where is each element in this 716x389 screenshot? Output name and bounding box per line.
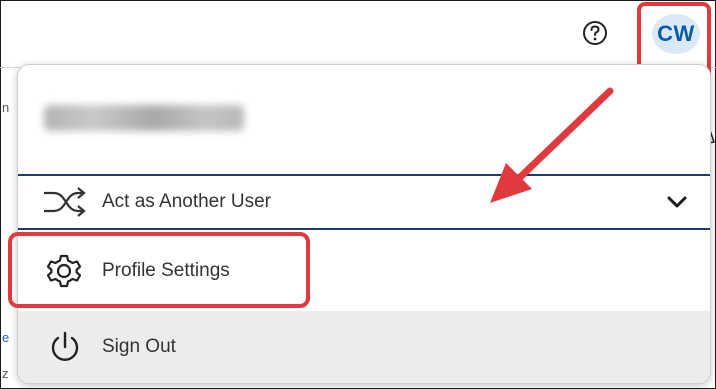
annotation-arrow-icon bbox=[490, 87, 614, 203]
shuffle-icon bbox=[42, 186, 90, 218]
sign-out-label: Sign Out bbox=[102, 336, 176, 357]
profile-settings-annotation-box bbox=[8, 232, 310, 308]
act-as-another-user-label: Act as Another User bbox=[102, 191, 271, 212]
help-button[interactable] bbox=[582, 20, 608, 46]
user-name-redacted bbox=[44, 105, 244, 131]
background-text: z bbox=[2, 366, 9, 381]
sign-out-item[interactable]: Sign Out bbox=[18, 311, 710, 383]
help-circle-icon bbox=[583, 21, 607, 45]
background-text: n bbox=[2, 100, 10, 115]
power-icon bbox=[48, 330, 82, 364]
background-text: e bbox=[2, 330, 10, 345]
chevron-down-icon[interactable] bbox=[666, 192, 688, 212]
